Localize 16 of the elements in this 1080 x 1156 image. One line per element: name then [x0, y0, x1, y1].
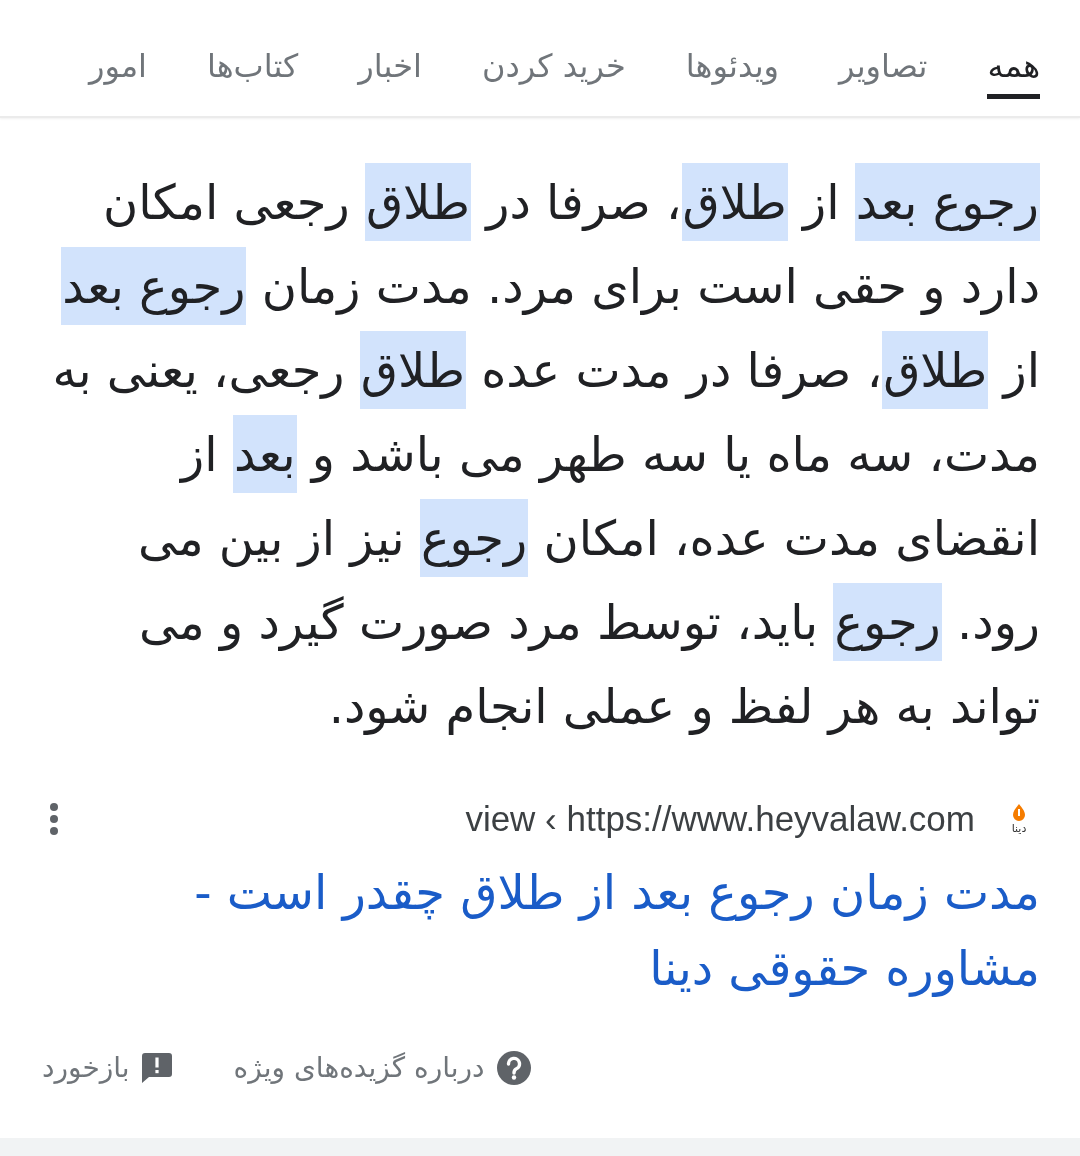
search-tab[interactable]: اخبار [358, 46, 422, 99]
search-tab[interactable]: امور [88, 46, 147, 99]
feedback-link[interactable]: بازخورد [42, 1048, 130, 1088]
result-url[interactable]: view ‹ https://www.heyvalaw.com [465, 798, 975, 840]
search-tab[interactable]: کتاب‌ها [206, 46, 299, 99]
feedback-icon[interactable] [141, 1053, 172, 1083]
more-options-icon[interactable] [50, 803, 58, 835]
search-tab[interactable]: تصاویر [839, 46, 928, 99]
search-tab[interactable]: همه [987, 46, 1040, 99]
about-featured-snippets-link[interactable]: درباره گزیده‌های ویژه [233, 1048, 485, 1088]
result-title-link[interactable]: مدت زمان رجوع بعد از طلاق چقدر است - مشاوره حقوقی دینا [0, 854, 1080, 1006]
search-tab[interactable]: ویدئوها [685, 46, 780, 99]
snippet-text: رجوع بعد از طلاق، صرفا در طلاق رجعی امکان دارد و حقی است برای مرد. مدت زمان رجوع بعد از طلاق، صرفا در مدت عده طلاق رجعی، یعنی به مدت، سه ماه یا سه طهر می باشد و بعد از انقضای مدت عده، امکان رجوع نیز از بین می رود. رجوع باید، توسط مرد صورت گیرد و می تواند به هر لفظ و عملی انجام شود. [0, 118, 1080, 748]
search-tab[interactable]: خرید کردن [481, 46, 626, 99]
help-icon[interactable] [496, 1051, 531, 1085]
site-logo: دینا [1003, 803, 1035, 835]
